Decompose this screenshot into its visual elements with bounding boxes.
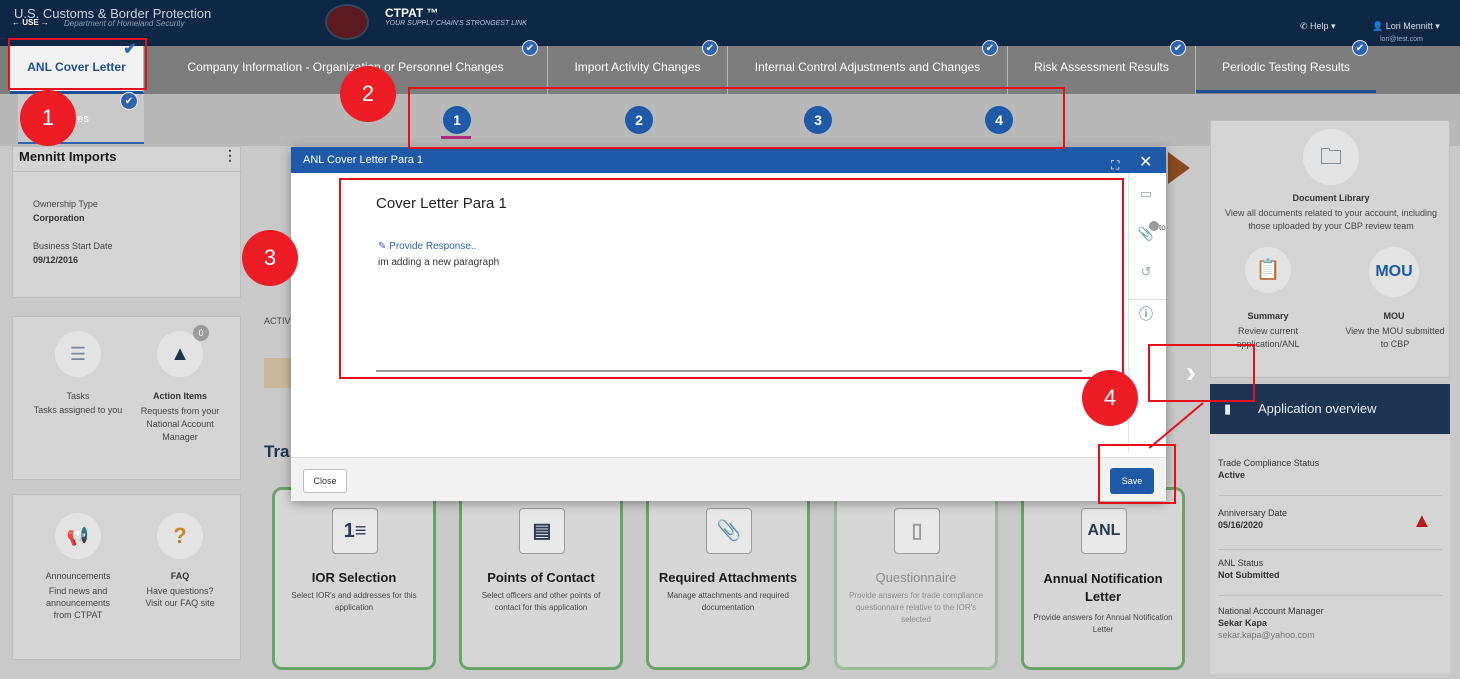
top-header: U.S. Customs & Border Protection ← USE →… — [0, 0, 1460, 46]
annotation-box-2 — [408, 87, 1065, 149]
more-options-icon[interactable]: ⋮ — [223, 147, 237, 164]
folder-icon[interactable]: 🗀 — [1303, 129, 1359, 185]
start-date-label: Business Start Date — [33, 241, 113, 251]
megaphone-icon[interactable]: 📢 — [55, 513, 101, 559]
attach-to-label: to — [1159, 223, 1166, 232]
check-icon: ✔ — [120, 92, 138, 110]
action-items-title: Action Items — [152, 391, 207, 401]
close-button[interactable]: Close — [303, 469, 347, 493]
document-library-title: Document Library — [1292, 193, 1370, 203]
company-panel: Mennitt Imports ⋮ Ownership Type Corpora… — [12, 146, 242, 298]
card-desc: Select officers and other points of cont… — [481, 591, 601, 612]
tra-label: Tra — [264, 442, 290, 461]
national-account-manager: National Account Manager Sekar Kapa seka… — [1218, 606, 1324, 640]
annotation-marker-1: 1 — [20, 90, 76, 146]
card-desc: Select IOR's and addresses for this appl… — [291, 591, 417, 612]
annotation-marker-2: 2 — [340, 66, 396, 122]
card-title: IOR Selection — [311, 570, 397, 585]
close-icon[interactable]: ✕ — [1139, 150, 1152, 176]
orange-block — [264, 358, 294, 388]
mou-title: MOU — [1383, 311, 1405, 321]
ctpat-tagline: YOUR SUPPLY CHAIN'S STRONGEST LINK — [385, 20, 527, 27]
card-desc: Provide answers for Annual Notification … — [1033, 613, 1173, 634]
tab-underline — [1196, 90, 1376, 93]
card-title: Questionnaire — [875, 570, 957, 585]
contact-card-icon: ▤ — [519, 508, 565, 554]
action-items-desc: Requests from your National Account Mana… — [140, 406, 220, 442]
help-icon[interactable]: ⓘ — [1137, 305, 1155, 323]
dialog-footer: Close Save — [291, 457, 1166, 501]
user-email: lori@test.com — [1380, 36, 1423, 43]
ownership-value: Corporation — [33, 213, 85, 223]
announcements-desc: Find news and announcements from CTPAT — [45, 586, 111, 620]
user-menu[interactable]: 👤 Lori Mennitt ▾ — [1372, 21, 1440, 32]
check-icon: ✔ — [1170, 40, 1186, 56]
card-questionnaire[interactable]: ✔ ▯ Questionnaire Provide answers for tr… — [834, 480, 998, 670]
annotation-marker-3: 3 — [242, 230, 298, 286]
card-ior-selection[interactable]: ✔ 1≡ IOR Selection Select IOR's and addr… — [272, 480, 436, 670]
annotation-box-4b — [1098, 444, 1176, 504]
card-required-attachments[interactable]: ✔ 📎 Required Attachments Manage attachme… — [646, 480, 810, 670]
tab-periodic-testing[interactable]: Periodic Testing Results ✔ — [1196, 40, 1376, 94]
attachment-badge — [1149, 221, 1159, 231]
tasks-desc: Tasks assigned to you — [33, 405, 123, 415]
start-date-value: 09/12/2016 — [33, 255, 79, 265]
check-icon: ✔ — [1352, 40, 1368, 56]
divider — [13, 171, 242, 172]
ctpat-title: CTPAT ™ — [385, 6, 439, 20]
annotation-box-1 — [8, 38, 147, 90]
ownership-label: Ownership Type — [33, 199, 98, 209]
check-icon: ✔ — [702, 40, 718, 56]
dialog-header: ANL Cover Letter Para 1 ⛶ ✕ — [291, 147, 1166, 173]
ctpat-logo — [325, 4, 369, 40]
paperclip-icon: 📎 — [706, 508, 752, 554]
tasks-panel: ☰ Tasks Tasks assigned to you ▲ 0 Action… — [12, 316, 241, 480]
trade-compliance-status: Trade Compliance Status Active — [1218, 454, 1442, 496]
announcements-title: Announcements — [45, 571, 111, 581]
anl-icon: ANL — [1081, 508, 1127, 554]
mou-icon[interactable]: MOU — [1369, 247, 1419, 297]
clipboard-icon[interactable]: 📋 — [1245, 247, 1291, 293]
summary-title: Summary — [1247, 311, 1289, 321]
action-items-badge: 0 — [193, 325, 209, 341]
question-icon[interactable]: ? — [157, 513, 203, 559]
faq-desc: Have questions? Visit our FAQ site — [145, 586, 215, 608]
annotation-marker-4: 4 — [1082, 370, 1138, 426]
annotation-box-4a — [1148, 344, 1255, 402]
activ-label: ACTIV — [264, 316, 291, 326]
check-icon: ✔ — [982, 40, 998, 56]
company-name: Mennitt Imports — [19, 149, 117, 164]
card-title: Annual Notification Letter — [1043, 571, 1163, 604]
help-menu[interactable]: ✆ Help ▾ — [1300, 21, 1336, 32]
annotation-box-3 — [339, 178, 1124, 379]
dept-name: Department of Homeland Security — [64, 19, 185, 28]
card-desc: Manage attachments and required document… — [667, 591, 789, 612]
chevron-right-icon — [1168, 152, 1190, 184]
card-points-of-contact[interactable]: ✔ ▤ Points of Contact Select officers an… — [459, 480, 623, 670]
back-link[interactable]: ← USE → — [12, 18, 49, 27]
comment-icon[interactable]: ▭ — [1137, 185, 1155, 203]
card-title: Points of Contact — [487, 570, 595, 585]
check-icon: ✔ — [522, 40, 538, 56]
expand-icon[interactable]: ⛶ — [1111, 152, 1119, 178]
resources-panel: 🗀 Document Library View all documents re… — [1210, 120, 1450, 378]
numbered-list-icon: 1≡ — [332, 508, 378, 554]
anl-status: ANL Status Not Submitted — [1218, 556, 1442, 596]
faq-title: FAQ — [170, 571, 190, 581]
side-separator — [1128, 299, 1166, 300]
card-title: Required Attachments — [658, 570, 798, 585]
phone-icon: ✆ — [1300, 21, 1311, 31]
user-icon: 👤 — [1372, 21, 1386, 31]
document-icon: ▯ — [894, 508, 940, 554]
document-library-desc: View all documents related to your accou… — [1225, 208, 1437, 231]
news-panel: 📢 Announcements Find news and announceme… — [12, 494, 241, 660]
card-desc: Provide answers for trade compliance que… — [849, 591, 983, 624]
tasks-title: Tasks — [66, 391, 90, 401]
tasks-icon[interactable]: ☰ — [55, 331, 101, 377]
anniversary-date: Anniversary Date 05/16/2020 ▲ — [1218, 504, 1442, 550]
card-annual-notification-letter[interactable]: ✔ ANL Annual Notification Letter Provide… — [1021, 480, 1185, 670]
mou-desc: View the MOU submitted to CBP — [1345, 326, 1445, 349]
history-icon[interactable]: ↺ — [1137, 263, 1155, 281]
warning-icon: ▲ — [1412, 510, 1432, 532]
